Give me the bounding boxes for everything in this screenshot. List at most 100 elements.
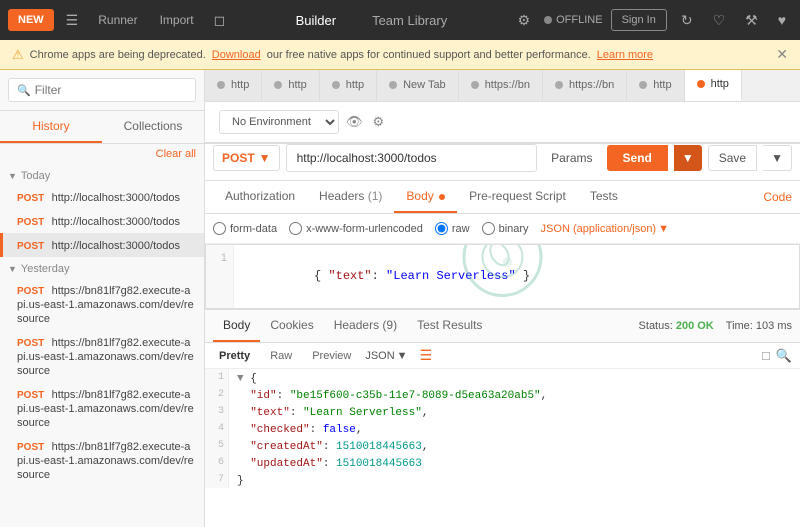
- resp-line-num: 4: [205, 420, 228, 437]
- send-dropdown-button[interactable]: ▼: [674, 145, 702, 171]
- tab-tests[interactable]: Tests: [578, 181, 630, 213]
- tab-item[interactable]: http: [320, 70, 377, 101]
- tab-headers[interactable]: Headers (1): [307, 181, 394, 213]
- resp-line-num: 5: [205, 437, 228, 454]
- tab-label: http: [288, 79, 306, 91]
- method-label: POST: [17, 241, 44, 252]
- resp-line-num: 2: [205, 386, 228, 403]
- tab-item[interactable]: New Tab: [377, 70, 459, 101]
- nav-team-library[interactable]: Team Library: [364, 9, 455, 32]
- import-button[interactable]: Import: [152, 9, 202, 31]
- radio-raw[interactable]: raw: [435, 222, 470, 235]
- resp-filter-icon[interactable]: ☰: [420, 347, 433, 364]
- val-text: "Learn Serverless": [386, 269, 516, 283]
- bell-icon-button[interactable]: ♡: [707, 8, 732, 33]
- resp-tab-body[interactable]: Body: [213, 310, 260, 342]
- list-item[interactable]: POST https://bn81lf7g82.execute-api.us-e…: [0, 434, 204, 486]
- warning-close-button[interactable]: ✕: [776, 46, 788, 63]
- offline-dot: [544, 16, 552, 24]
- tab-item-active[interactable]: http: [685, 70, 742, 101]
- tab-item[interactable]: http: [627, 70, 684, 101]
- resp-line-num: 1: [205, 369, 228, 386]
- resp-content: 1 2 3 4 5 6 7 ▼ { "id": "be15f600-c35b-1…: [205, 369, 800, 509]
- group-today-arrow: ▼: [8, 171, 17, 181]
- list-item[interactable]: POST http://localhost:3000/todos: [0, 233, 204, 257]
- list-item[interactable]: POST http://localhost:3000/todos: [0, 209, 204, 233]
- list-item[interactable]: POST https://bn81lf7g82.execute-api.us-e…: [0, 382, 204, 434]
- radio-urlencoded[interactable]: x-www-form-urlencoded: [289, 222, 423, 235]
- list-item[interactable]: POST http://localhost:3000/todos: [0, 185, 204, 209]
- tab-dot: [639, 81, 647, 89]
- settings-icon-button[interactable]: ⚒: [739, 8, 764, 33]
- resp-fmt-raw[interactable]: Raw: [264, 348, 298, 364]
- tab-label: https://bn: [569, 79, 614, 91]
- toolbar: NEW ☰ Runner Import ◻ Builder Team Libra…: [0, 0, 800, 40]
- warning-middle-text: our free native apps for continued suppo…: [267, 49, 591, 61]
- resp-fmt-pretty[interactable]: Pretty: [213, 348, 256, 364]
- list-item[interactable]: POST https://bn81lf7g82.execute-api.us-e…: [0, 278, 204, 330]
- radar-icon-button[interactable]: ⚙: [512, 8, 537, 33]
- env-bar: No Environment 👁 ⚙: [213, 110, 393, 134]
- resp-json-select[interactable]: JSON ▼: [365, 350, 407, 362]
- tab-pre-request[interactable]: Pre-request Script: [457, 181, 578, 213]
- time-label: Time: 103 ms: [726, 320, 792, 332]
- learn-more-link[interactable]: Learn more: [597, 49, 653, 61]
- env-settings-button[interactable]: ⚙: [370, 111, 388, 133]
- radio-form-data[interactable]: form-data: [213, 222, 277, 235]
- tab-item[interactable]: https://bn: [543, 70, 627, 101]
- list-item[interactable]: POST https://bn81lf7g82.execute-api.us-e…: [0, 330, 204, 382]
- resp-code-line: "id": "be15f600-c35b-11e7-8089-d5ea63a20…: [237, 388, 792, 405]
- method-select[interactable]: POST ▼: [213, 145, 280, 171]
- toolbar-nav: Builder Team Library: [237, 9, 505, 32]
- send-button[interactable]: Send: [607, 145, 668, 171]
- tab-collections[interactable]: Collections: [102, 111, 204, 143]
- resp-line-num: 6: [205, 454, 228, 471]
- tab-item[interactable]: https://bn: [459, 70, 543, 101]
- tab-authorization[interactable]: Authorization: [213, 181, 307, 213]
- env-eye-button[interactable]: 👁: [343, 111, 366, 133]
- radio-binary[interactable]: binary: [482, 222, 529, 235]
- url-input[interactable]: [286, 144, 538, 172]
- group-yesterday-arrow: ▼: [8, 264, 17, 274]
- resp-tab-cookies[interactable]: Cookies: [260, 310, 323, 342]
- tab-body[interactable]: Body: [394, 181, 457, 213]
- tab-dot: [555, 81, 563, 89]
- code-link[interactable]: Code: [763, 190, 792, 204]
- download-link[interactable]: Download: [212, 49, 261, 61]
- resp-fmt-preview[interactable]: Preview: [306, 348, 357, 364]
- search-input[interactable]: [35, 83, 187, 97]
- resp-tab-test-results[interactable]: Test Results: [407, 310, 492, 342]
- json-type-select[interactable]: JSON (application/json) ▼: [541, 223, 669, 235]
- resp-code-line: "checked": false,: [237, 422, 792, 439]
- sign-in-button[interactable]: Sign In: [611, 9, 667, 31]
- json-type-arrow: ▼: [658, 223, 669, 235]
- nav-builder[interactable]: Builder: [288, 9, 344, 32]
- clear-all-button[interactable]: Clear all: [156, 148, 196, 160]
- tab-item[interactable]: http: [262, 70, 319, 101]
- resp-tab-headers[interactable]: Headers (9): [324, 310, 407, 342]
- tab-dot: [217, 81, 225, 89]
- tab-dot-active: [697, 80, 705, 88]
- resp-status: Status: 200 OK Time: 103 ms: [639, 320, 792, 332]
- tab-history[interactable]: History: [0, 111, 102, 143]
- time-value: 103 ms: [756, 320, 792, 332]
- save-dropdown-button[interactable]: ▼: [763, 145, 792, 171]
- sidebar-toggle-button[interactable]: ☰: [60, 8, 85, 33]
- resp-search-button[interactable]: 🔍: [776, 348, 792, 364]
- url-label: http://localhost:3000/todos: [52, 192, 180, 204]
- runner-button[interactable]: Runner: [90, 9, 145, 31]
- save-button[interactable]: Save: [708, 145, 757, 171]
- method-label: POST: [17, 442, 44, 453]
- tab-dot: [274, 81, 282, 89]
- method-label: POST: [17, 217, 44, 228]
- resp-copy-button[interactable]: □: [762, 348, 770, 364]
- tab-item[interactable]: http: [205, 70, 262, 101]
- new-button[interactable]: NEW: [8, 9, 54, 31]
- params-button[interactable]: Params: [543, 146, 600, 170]
- environment-select[interactable]: No Environment: [219, 110, 339, 134]
- sync-icon-button[interactable]: ↻: [675, 8, 699, 33]
- editor-content[interactable]: { "text": "Learn Serverless" }: [234, 245, 799, 308]
- new-window-button[interactable]: ◻: [208, 8, 232, 33]
- resp-line-num: 7: [205, 471, 228, 488]
- heart-icon-button[interactable]: ♥: [772, 8, 792, 32]
